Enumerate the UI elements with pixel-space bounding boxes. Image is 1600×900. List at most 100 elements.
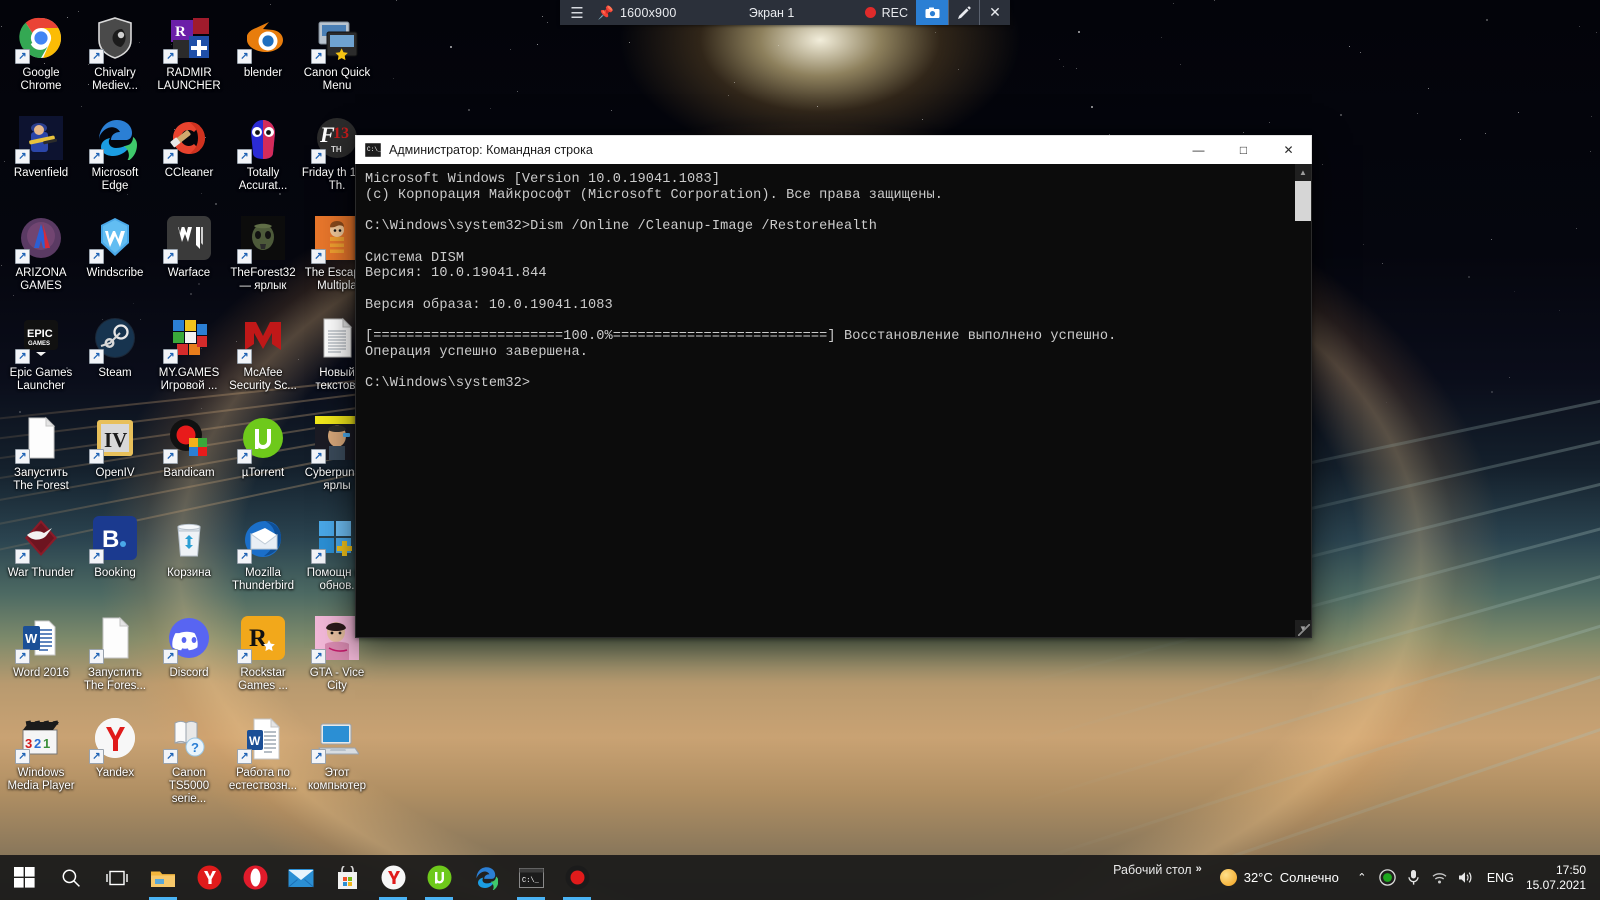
minimize-button[interactable]: —: [1176, 136, 1221, 165]
desktop-icon-label: GTA - Vice City: [309, 667, 365, 692]
taskbar-empty-area[interactable]: [600, 855, 1099, 900]
bandicam-tray-icon[interactable]: [1375, 869, 1401, 886]
mail-button[interactable]: [278, 855, 324, 900]
blankdoc-icon: ↗: [89, 614, 139, 664]
desktop-icon-корзина[interactable]: Корзина: [152, 508, 226, 608]
console-body[interactable]: Microsoft Windows [Version 10.0.19041.10…: [355, 164, 1312, 638]
svg-text:R: R: [175, 24, 186, 40]
search-button[interactable]: [48, 855, 94, 900]
desktop[interactable]: ☰ 📌 1600x900 Экран 1 REC ✕ ↗ Google Chrom…: [0, 0, 1600, 900]
hamburger-menu-icon[interactable]: ☰: [560, 0, 594, 25]
desktop-icon-warface[interactable]: ↗ Warface: [152, 208, 226, 308]
worddoc-icon: W ↗: [237, 714, 287, 764]
desktop-icon-label: Корзина: [167, 567, 211, 579]
start-button[interactable]: [0, 855, 48, 900]
window-titlebar[interactable]: Администратор: Командная строка — □ ✕: [355, 135, 1312, 164]
desktop-icon-microsoft-edge[interactable]: ↗ Microsoft Edge: [78, 108, 152, 208]
desktop-icon-torrent[interactable]: ↗ µTorrent: [226, 408, 300, 508]
camera-icon[interactable]: [916, 0, 948, 25]
desktop-icon-windscribe[interactable]: ↗ Windscribe: [78, 208, 152, 308]
desktop-icon-booking[interactable]: B ↗ Booking: [78, 508, 152, 608]
desktop-icon-ccleaner[interactable]: ↗ CCleaner: [152, 108, 226, 208]
scrollbar-track[interactable]: [1295, 181, 1311, 620]
language-indicator[interactable]: ENG: [1479, 871, 1522, 885]
desktop-icon-mozilla-thunderbird[interactable]: ↗ Mozilla Thunderbird: [226, 508, 300, 608]
console-output[interactable]: Microsoft Windows [Version 10.0.19041.10…: [356, 164, 1294, 637]
opera-button[interactable]: [232, 855, 278, 900]
pencil-icon[interactable]: [949, 0, 979, 25]
yandex-button[interactable]: [370, 855, 416, 900]
scrollbar-thumb[interactable]: [1295, 181, 1311, 221]
record-button[interactable]: REC: [857, 0, 916, 25]
desktop-icon-ravenfield[interactable]: ↗ Ravenfield: [4, 108, 78, 208]
task-view-button[interactable]: [94, 855, 140, 900]
shortcut-arrow-icon: ↗: [311, 249, 326, 264]
show-hidden-icons-button[interactable]: ⌃: [1349, 871, 1375, 884]
desktop-icon-canon-ts5000-serie[interactable]: ? ↗ Canon TS5000 serie...: [152, 708, 226, 808]
desktop-icon-radmir-launcher[interactable]: R ↗ RADMIR LAUNCHER: [152, 8, 226, 108]
command-prompt-button[interactable]: C:\_: [508, 855, 554, 900]
desktop-icon-theforest32-ярлык[interactable]: ↗ TheForest32 — ярлык: [226, 208, 300, 308]
window-resize-handle[interactable]: [1298, 624, 1310, 636]
clock[interactable]: 17:50 15.07.2021: [1522, 863, 1594, 893]
desktop-icon-работа-по-естествозн[interactable]: W ↗ Работа по естествозн...: [226, 708, 300, 808]
desktop-icon-war-thunder[interactable]: ↗ War Thunder: [4, 508, 78, 608]
edge-button[interactable]: [462, 855, 508, 900]
desktop-icon-totally-accurat[interactable]: ↗ Totally Accurat...: [226, 108, 300, 208]
textfile-icon: [313, 314, 361, 362]
network-tray-icon[interactable]: [1427, 870, 1453, 885]
bandicam-button[interactable]: [554, 855, 600, 900]
desktop-icon-discord[interactable]: ↗ Discord: [152, 608, 226, 708]
shortcut-arrow-icon: ↗: [89, 249, 104, 264]
sun-icon: [1219, 869, 1237, 886]
desktop-icon-steam[interactable]: ↗ Steam: [78, 308, 152, 408]
taskbar[interactable]: C:\_ Рабочий стол » 32°C Солнечно ⌃ ENG …: [0, 855, 1600, 900]
close-icon[interactable]: ✕: [980, 0, 1010, 25]
svg-text:TH: TH: [331, 145, 342, 154]
desktop-icon-этот-компьютер[interactable]: ↗ Этот компьютер: [300, 708, 374, 808]
blender-icon: ↗: [237, 14, 287, 64]
desktop-icon-arizona-games[interactable]: ↗ ARIZONA GAMES: [4, 208, 78, 308]
maximize-button[interactable]: □: [1221, 136, 1266, 165]
desktop-icon-my-games-игровой[interactable]: ↗ MY.GAMES Игровой ...: [152, 308, 226, 408]
yandex-browser-button[interactable]: [186, 855, 232, 900]
desktop-icon-bandicam[interactable]: ↗ Bandicam: [152, 408, 226, 508]
desktop-icon-blender[interactable]: ↗ blender: [226, 8, 300, 108]
desktop-icon-grid[interactable]: ↗ Google Chrome ↗ Chivalry Mediev... R ↗ RADMI…: [4, 8, 374, 808]
desktop-icon-google-chrome[interactable]: ↗ Google Chrome: [4, 8, 78, 108]
desktop-icon-запустить-the-forest[interactable]: ↗ Запустить The Forest: [4, 408, 78, 508]
taskbar-buttons[interactable]: C:\_: [0, 855, 600, 900]
svg-text:13: 13: [333, 125, 349, 142]
shortcut-arrow-icon: ↗: [15, 549, 30, 564]
scroll-up-arrow-icon[interactable]: ▲: [1295, 164, 1311, 181]
desktop-icon-openiv[interactable]: IV ↗ OpenIV: [78, 408, 152, 508]
desktop-icon-epic-games-launcher[interactable]: EPIC GAMES ↗ Epic Games Launcher: [4, 308, 78, 408]
utorrent-button[interactable]: [416, 855, 462, 900]
desktop-peek-button[interactable]: Рабочий стол »: [1099, 855, 1212, 900]
desktop-icon-rockstar-games[interactable]: R ↗ Rockstar Games ...: [226, 608, 300, 708]
desktop-icon-запустить-the-fores[interactable]: ↗ Запустить The Fores...: [78, 608, 152, 708]
command-prompt-window[interactable]: Администратор: Командная строка — □ ✕ Mi…: [355, 135, 1312, 638]
microphone-tray-icon[interactable]: [1401, 869, 1427, 886]
microsoft-store-button[interactable]: [324, 855, 370, 900]
mcafee-icon: ↗: [237, 314, 287, 364]
file-explorer-button[interactable]: [140, 855, 186, 900]
console-scrollbar[interactable]: ▲ ▼: [1294, 164, 1311, 637]
weather-widget[interactable]: 32°C Солнечно: [1212, 869, 1349, 886]
screen-recorder-toolbar[interactable]: ☰ 📌 1600x900 Экран 1 REC ✕: [560, 0, 1010, 25]
pin-icon[interactable]: 📌: [594, 0, 618, 25]
desktop-icon-word-2016[interactable]: W ↗ Word 2016: [4, 608, 78, 708]
canonts-icon: ? ↗: [163, 714, 213, 764]
yandex-icon: ↗: [89, 714, 139, 764]
shortcut-arrow-icon: ↗: [237, 249, 252, 264]
desktop-icon-mcafee-security-sc[interactable]: ↗ McAfee Security Sc...: [226, 308, 300, 408]
desktop-icon-canon-quick-menu[interactable]: ↗ Canon Quick Menu: [300, 8, 374, 108]
close-button[interactable]: ✕: [1266, 136, 1311, 165]
volume-tray-icon[interactable]: [1453, 870, 1479, 885]
shortcut-arrow-icon: ↗: [163, 249, 178, 264]
desktop-icon-chivalry-mediev[interactable]: ↗ Chivalry Mediev...: [78, 8, 152, 108]
window-title: Администратор: Командная строка: [389, 143, 593, 157]
desktop-icon-yandex[interactable]: ↗ Yandex: [78, 708, 152, 808]
system-tray[interactable]: 32°C Солнечно ⌃ ENG 17:50 15.07.2021: [1212, 855, 1600, 900]
desktop-icon-windows-media-player[interactable]: 3 2 1 ↗ Windows Media Player: [4, 708, 78, 808]
